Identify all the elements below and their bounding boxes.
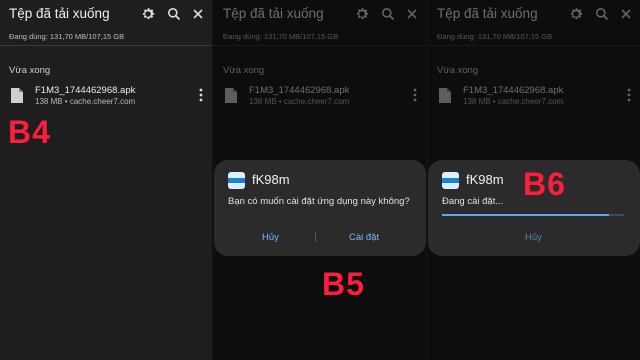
search-icon[interactable] [166,6,182,22]
file-list-item[interactable]: F1M3_1744462968.apk 138 MB • cache.cheer… [0,82,212,112]
file-meta: 138 MB • cache.cheer7.com [35,97,136,106]
install-status: Đang cài đặt... [442,196,504,207]
file-icon [11,88,23,103]
page-title: Tệp đã tải xuống [9,6,110,21]
install-progress-fill [442,214,610,216]
step-label-b4: B4 [8,114,51,150]
install-dialog: fK98m Bạn có muốn cài đặt ứng dụng này k… [214,160,426,256]
app-name: fK98m [466,172,504,187]
app-name: fK98m [252,172,290,187]
install-question: Bạn có muốn cài đặt ứng dụng này không? [228,196,410,207]
storage-usage: Đang dùng: 131,70 MB/107,15 GB [9,32,125,41]
install-progress-bar [442,214,624,216]
step-label-b6: B6 [523,166,566,202]
app-icon [228,172,245,189]
cancel-button[interactable]: Hủy [262,232,279,243]
file-name: F1M3_1744462968.apk [35,85,136,96]
more-options-icon[interactable] [199,88,203,102]
close-icon[interactable] [190,6,206,22]
step-label-b5: B5 [322,266,365,302]
install-button[interactable]: Cài đặt [349,232,379,243]
installing-panel-step6: Tệp đã tải xuống Đang dùng: 131,70 MB/10… [428,0,640,360]
section-header: Vừa xong [9,65,51,76]
gear-icon[interactable] [140,6,156,22]
app-icon [442,172,459,189]
cancel-button[interactable]: Hủy [525,232,542,243]
top-bar: Tệp đã tải xuống [0,0,212,30]
downloads-panel-step4: Tệp đã tải xuống Đang dùng: 131,70 MB/10… [0,0,212,360]
button-divider [315,232,316,242]
install-prompt-panel-step5: Tệp đã tải xuống Đang dùng: 131,70 MB/10… [214,0,426,360]
divider [0,45,212,46]
